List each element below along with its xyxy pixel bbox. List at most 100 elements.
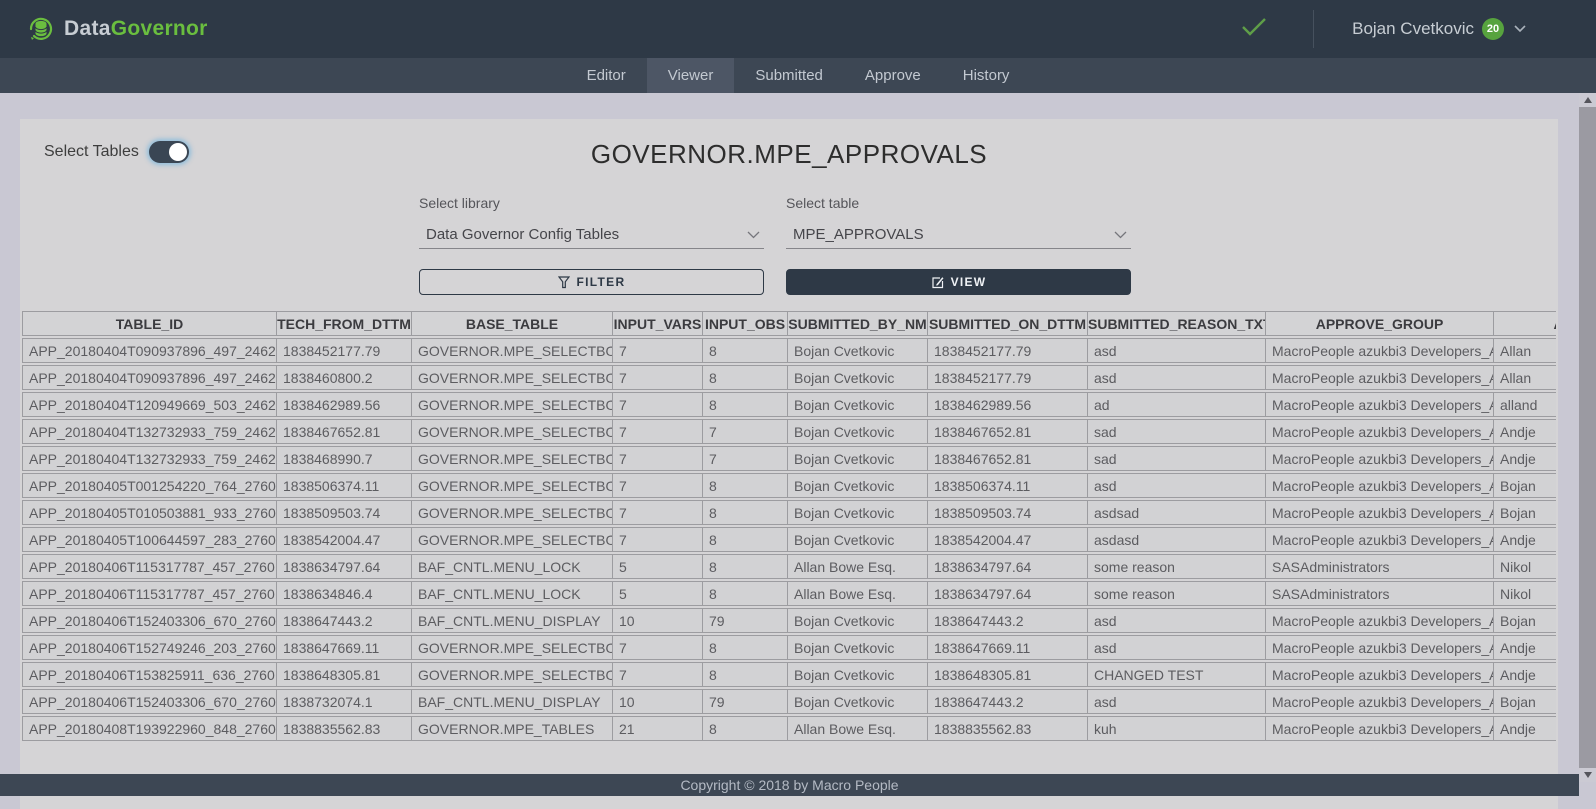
table-select-value: MPE_APPROVALS — [793, 226, 924, 243]
table-cell: Allan Bowe Esq. — [788, 581, 928, 606]
table-cell: MacroPeople azukbi3 Developers_A — [1266, 662, 1494, 687]
table-cell: GOVERNOR.MPE_SELECTBOX — [412, 635, 613, 660]
triangle-up-icon — [1584, 97, 1592, 103]
user-area: Bojan Cvetkovic 20 — [1241, 10, 1526, 48]
table-cell: Bojan Cvetkovic — [788, 473, 928, 498]
table-cell: 1838452177.79 — [928, 365, 1088, 390]
column-header: BASE_TABLE — [412, 311, 613, 336]
table-cell: Bojan Cvetkovic — [788, 419, 928, 444]
table-cell: APP_20180404T132732933_759_2462 — [22, 446, 277, 471]
tab-history[interactable]: History — [942, 58, 1031, 93]
table-cell: 1838634797.64 — [928, 554, 1088, 579]
column-header: SUBMITTED_BY_NM — [788, 311, 928, 336]
table-cell: Andje — [1494, 716, 1556, 741]
table-cell: 8 — [703, 581, 788, 606]
table-row[interactable]: APP_20180406T152749246_203_2760183864766… — [22, 635, 1556, 660]
table-cell: Bojan — [1494, 500, 1556, 525]
table-cell: APP_20180408T193922960_848_2760 — [22, 716, 277, 741]
table-cell: APP_20180405T001254220_764_2760 — [22, 473, 277, 498]
table-row[interactable]: APP_20180405T100644597_283_2760183854200… — [22, 527, 1556, 552]
table-cell: 8 — [703, 554, 788, 579]
scrollbar-up-arrow[interactable] — [1579, 93, 1596, 107]
table-cell: GOVERNOR.MPE_SELECTBOX — [412, 365, 613, 390]
table-cell: 1838467652.81 — [277, 419, 412, 444]
table-cell: Bojan Cvetkovic — [788, 446, 928, 471]
table-cell: MacroPeople azukbi3 Developers_A — [1266, 365, 1494, 390]
table-cell: 7 — [613, 419, 703, 444]
column-header: SUBMITTED_ON_DTTM — [928, 311, 1088, 336]
table-cell: 1838506374.11 — [928, 473, 1088, 498]
table-cell: 8 — [703, 527, 788, 552]
table-cell: 7 — [703, 419, 788, 444]
table-row[interactable]: APP_20180406T152403306_670_2760 183864744… — [22, 608, 1556, 633]
table-cell: Bojan Cvetkovic — [788, 635, 928, 660]
tab-submitted[interactable]: Submitted — [734, 58, 844, 93]
tab-viewer[interactable]: Viewer — [647, 58, 735, 93]
table-cell: MacroPeople azukbi3 Developers_A — [1266, 608, 1494, 633]
table-row[interactable]: APP_20180408T193922960_848_2760183883556… — [22, 716, 1556, 741]
table-cell: 8 — [703, 473, 788, 498]
database-logo-icon — [26, 14, 56, 44]
table-row[interactable]: APP_20180404T090937896_497_2462183845217… — [22, 338, 1556, 363]
table-cell: 1838835562.83 — [277, 716, 412, 741]
table-row[interactable]: APP_20180404T120949669_503_2462183846298… — [22, 392, 1556, 417]
table-row[interactable]: APP_20180406T115317787_457_2760183863484… — [22, 581, 1556, 606]
table-cell: 8 — [703, 635, 788, 660]
table-cell: 79 — [703, 689, 788, 714]
table-cell: GOVERNOR.MPE_SELECTBOX — [412, 662, 613, 687]
table-cell: Nikol — [1494, 554, 1556, 579]
table-row[interactable]: APP_20180404T090937896_497_2462183846080… — [22, 365, 1556, 390]
table-cell: 7 — [613, 473, 703, 498]
table-cell: APP_20180405T100644597_283_2760 — [22, 527, 277, 552]
view-button[interactable]: VIEW — [786, 269, 1131, 295]
table-row[interactable]: APP_20180404T132732933_759_2462183846765… — [22, 419, 1556, 444]
column-header: TABLE_ID — [22, 311, 277, 336]
table-cell: 1838647443.2 — [928, 608, 1088, 633]
library-select-value: Data Governor Config Tables — [426, 226, 619, 243]
library-select[interactable]: Data Governor Config Tables — [419, 221, 764, 249]
table-cell: 1838452177.79 — [277, 338, 412, 363]
app-logo[interactable]: DataGovernor — [26, 14, 208, 44]
table-cell: 79 — [703, 608, 788, 633]
table-cell: sad — [1088, 446, 1266, 471]
table-cell: 1838460800.2 — [277, 365, 412, 390]
column-header: APPROVE_GROUP — [1266, 311, 1494, 336]
table-row[interactable]: APP_20180404T132732933_759_2462183846899… — [22, 446, 1556, 471]
table-cell: 1838647669.11 — [277, 635, 412, 660]
filter-button[interactable]: FILTER — [419, 269, 764, 295]
table-cell: GOVERNOR.MPE_SELECTBOX — [412, 500, 613, 525]
table-cell: APP_20180404T090937896_497_2462 — [22, 338, 277, 363]
table-cell: Andje — [1494, 419, 1556, 444]
table-row[interactable]: APP_20180405T001254220_764_2760 183850637… — [22, 473, 1556, 498]
table-cell: APP_20180406T115317787_457_2760 — [22, 554, 277, 579]
table-cell: 1838509503.74 — [928, 500, 1088, 525]
table-select[interactable]: MPE_APPROVALS — [786, 221, 1131, 249]
table-row[interactable]: APP_20180406T153825911_636_2760183864830… — [22, 662, 1556, 687]
table-row[interactable]: APP_20180405T010503881_933_2760183850950… — [22, 500, 1556, 525]
table-cell: 8 — [703, 716, 788, 741]
table-cell: APP_20180406T115317787_457_2760 — [22, 581, 277, 606]
table-cell: Bojan Cvetkovic — [788, 689, 928, 714]
table-cell: 1838462989.56 — [277, 392, 412, 417]
table-select-label: Select table — [786, 195, 1131, 211]
scrollbar-down-arrow[interactable] — [1579, 768, 1596, 782]
copyright-text: Copyright © 2018 by Macro People — [680, 777, 898, 793]
table-cell: Bojan Cvetkovic — [788, 392, 928, 417]
table-cell: 1838647443.2 — [928, 689, 1088, 714]
table-cell: APP_20180404T090937896_497_2462 — [22, 365, 277, 390]
scrollbar-thumb[interactable] — [1579, 107, 1596, 768]
column-header: INPUT_VARS — [613, 311, 703, 336]
table-row[interactable]: APP_20180406T152403306_670_2760183873207… — [22, 689, 1556, 714]
table-cell: APP_20180406T152403306_670_2760 — [22, 608, 277, 633]
table-cell: 1838648305.81 — [928, 662, 1088, 687]
tab-editor[interactable]: Editor — [566, 58, 647, 93]
tab-approve[interactable]: Approve — [844, 58, 942, 93]
table-cell: 7 — [613, 338, 703, 363]
user-menu-chevron-down-icon[interactable] — [1514, 25, 1526, 33]
table-cell: Bojan — [1494, 473, 1556, 498]
table-cell: Allan — [1494, 338, 1556, 363]
table-cell: 8 — [703, 365, 788, 390]
table-row[interactable]: APP_20180406T115317787_457_2760 183863479… — [22, 554, 1556, 579]
vertical-scrollbar[interactable] — [1579, 93, 1596, 782]
table-cell: MacroPeople azukbi3 Developers_A — [1266, 689, 1494, 714]
